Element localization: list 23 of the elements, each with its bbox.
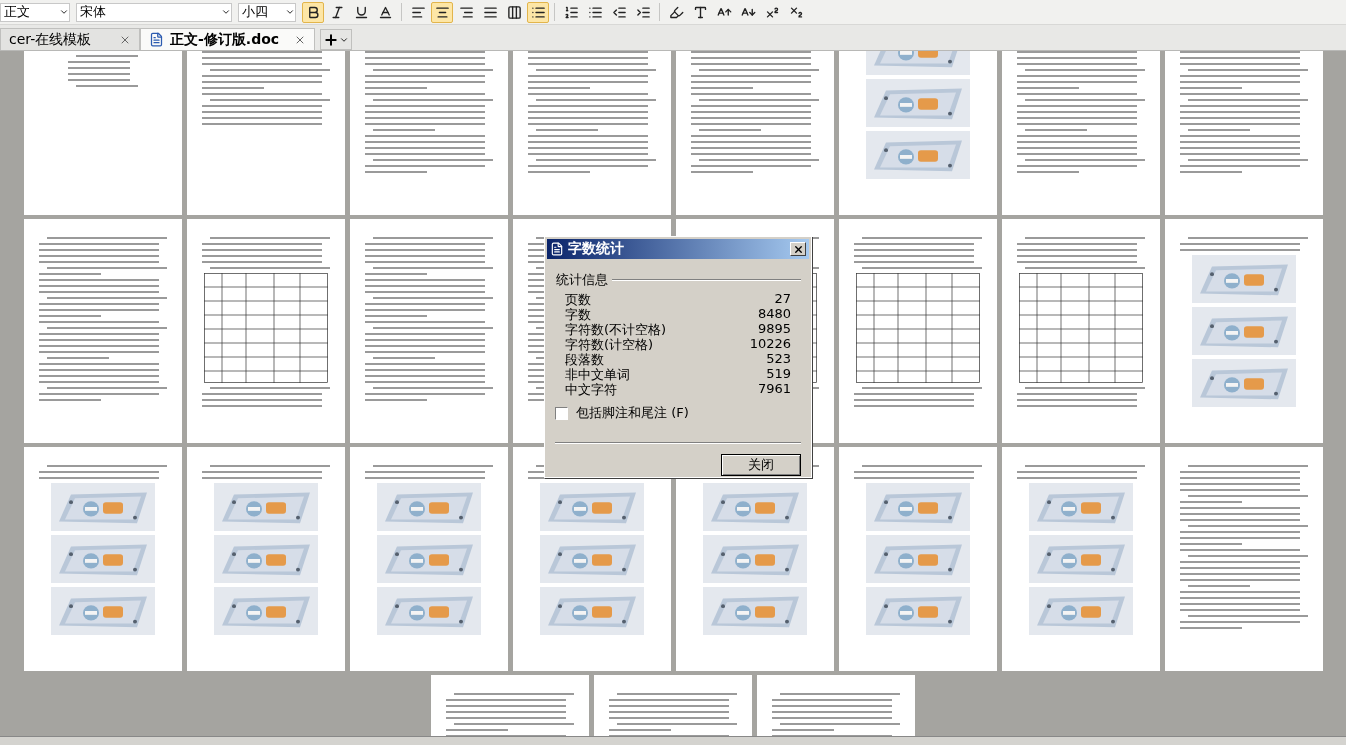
- dialog-title: 字数统计: [568, 240, 625, 258]
- document-tab[interactable]: cer-在线模板: [0, 28, 140, 50]
- stat-value: 523: [766, 351, 791, 366]
- checkbox-label: 包括脚注和尾注 (F): [576, 404, 689, 422]
- group-label: 统计信息: [556, 271, 608, 289]
- stat-label: 中文字符: [565, 381, 617, 396]
- close-dialog-button[interactable]: 关闭: [721, 454, 801, 476]
- stat-label: 字符数(不计空格): [565, 321, 667, 336]
- stat-label: 段落数: [565, 351, 604, 366]
- stat-value: 519: [766, 366, 791, 381]
- document-tab[interactable]: 正文-修订版.doc: [140, 28, 315, 50]
- stat-value: 10226: [749, 336, 791, 351]
- stat-label: 字数: [565, 306, 591, 321]
- stat-value: 27: [774, 291, 791, 306]
- stat-value: 9895: [757, 321, 791, 336]
- stat-value: 7961: [757, 381, 791, 396]
- stat-label: 非中文单词: [565, 366, 630, 381]
- font-dropdown[interactable]: 宋体: [76, 2, 232, 22]
- stat-label: 页数: [565, 291, 591, 306]
- style-dropdown[interactable]: 正文: [0, 2, 70, 22]
- stat-label: 字符数(计空格): [565, 336, 654, 351]
- stat-value: 8480: [757, 306, 791, 321]
- font-size-dropdown[interactable]: 小四: [238, 2, 296, 22]
